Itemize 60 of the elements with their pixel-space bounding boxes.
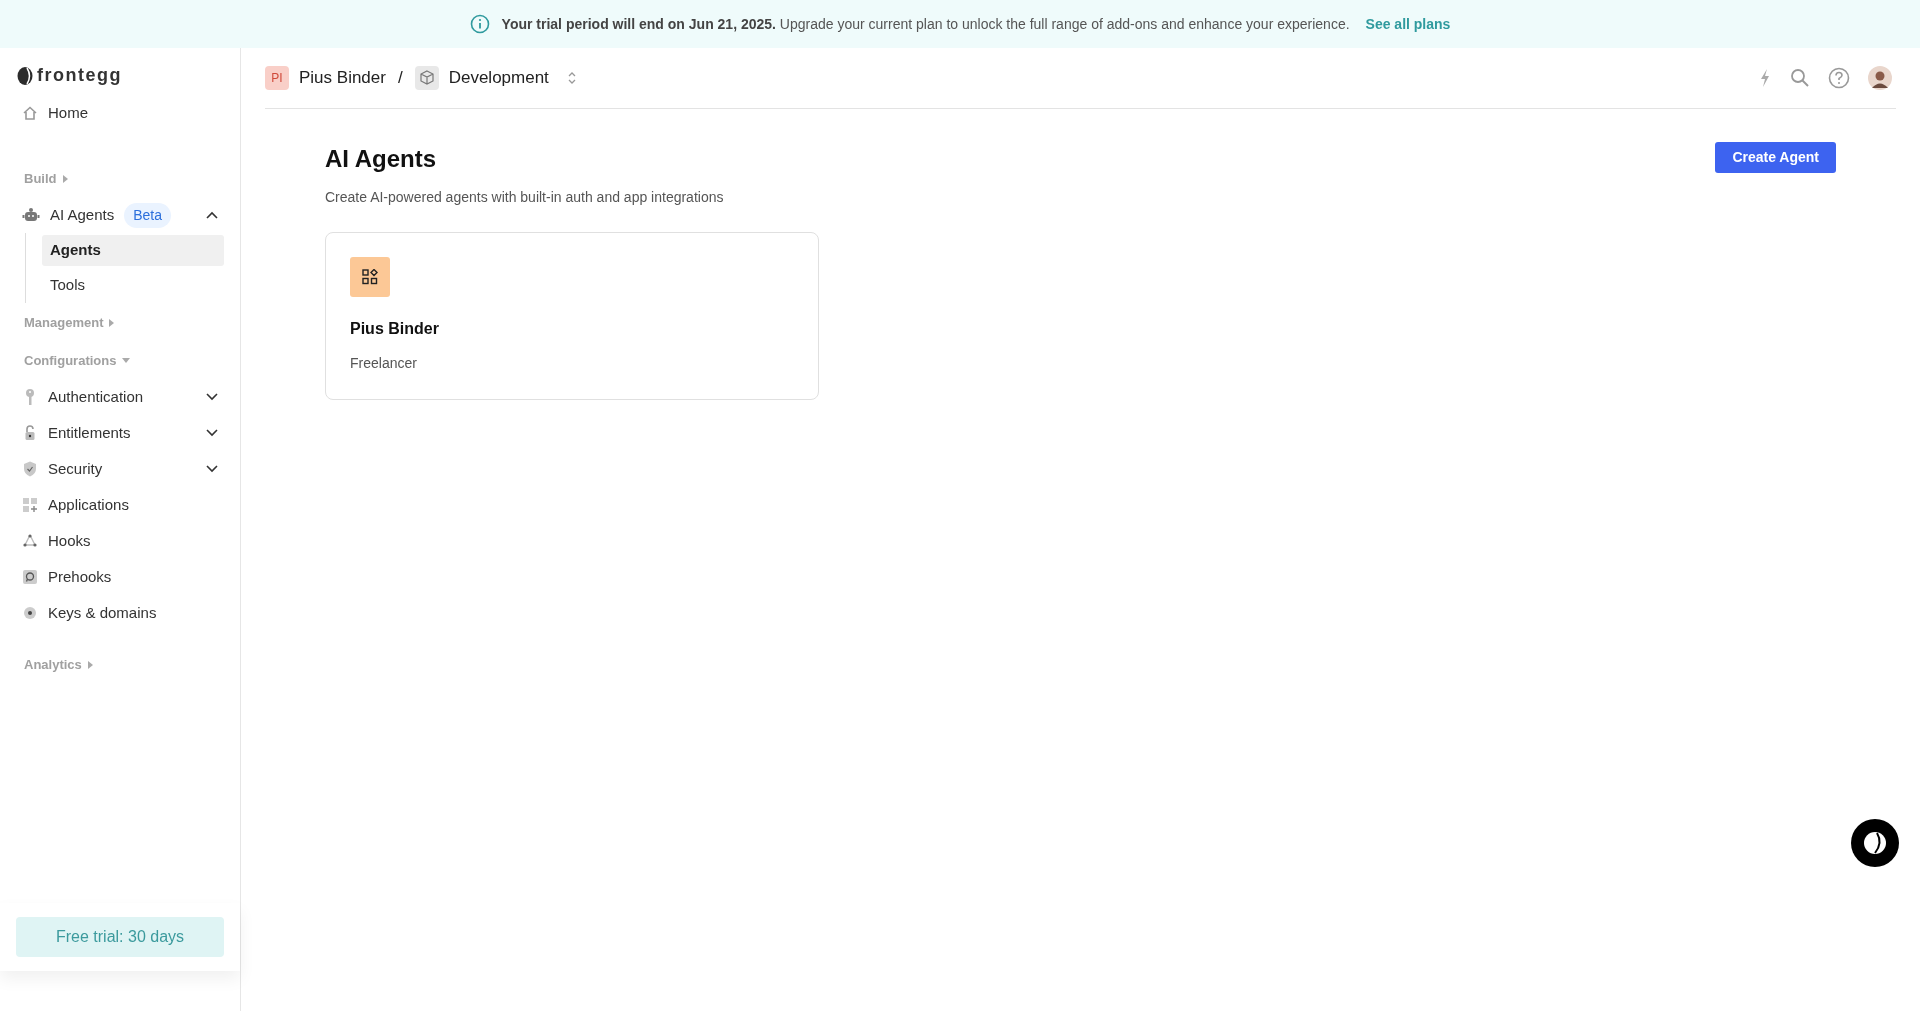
help-icon[interactable] — [1828, 67, 1850, 89]
caret-right-icon[interactable] — [87, 661, 94, 669]
sidebar-item[interactable]: AI Agents Beta — [16, 197, 224, 233]
sidebar-item[interactable]: Keys & domains — [16, 595, 224, 631]
sidebar-subitem[interactable]: Agents — [42, 235, 224, 266]
sidebar-label: Applications — [48, 494, 129, 515]
sort-icon[interactable] — [566, 70, 577, 86]
caret-down-icon[interactable] — [122, 358, 131, 364]
caret-right-icon[interactable] — [109, 319, 116, 327]
lightning-icon[interactable] — [1758, 68, 1772, 88]
chat-loop-icon — [22, 569, 38, 585]
home-icon — [22, 105, 38, 121]
sidebar-item[interactable]: Prehooks — [16, 559, 224, 595]
sidebar-item[interactable]: Home — [16, 95, 224, 131]
chevron-icon[interactable] — [206, 429, 218, 437]
logo-text: frontegg — [37, 64, 122, 87]
beta-badge: Beta — [124, 202, 172, 228]
trial-message: Your trial period will end on Jun 21, 2025. Upgrade your current plan to unlock the full range of add-ons and enhance your experience. — [501, 14, 1350, 34]
robot-icon — [22, 207, 40, 223]
user-avatar[interactable] — [1868, 66, 1892, 90]
sidebar-label: Hooks — [48, 530, 91, 551]
sidebar-label: Security — [48, 458, 103, 479]
sidebar-label: Prehooks — [48, 566, 112, 587]
environment-name[interactable]: Development — [448, 65, 549, 91]
gear-icon — [22, 605, 38, 621]
page-subtitle: Create AI-powered agents with built-in auth and app integrations — [325, 188, 724, 207]
chevron-icon[interactable] — [206, 465, 218, 473]
sidebar-label: Home — [48, 102, 88, 123]
search-icon[interactable] — [1790, 68, 1810, 88]
logo-icon — [16, 65, 34, 86]
sidebar-label: AI Agents — [50, 204, 115, 225]
sidebar-item[interactable]: Entitlements — [16, 415, 224, 451]
shield-icon — [22, 460, 38, 478]
chevron-icon[interactable] — [206, 211, 218, 219]
apps-icon — [350, 257, 390, 297]
create-agent-button[interactable]: Create Agent — [1715, 142, 1836, 173]
sidebar-label: Authentication — [48, 386, 144, 407]
breadcrumb-separator: / — [397, 67, 403, 90]
sidebar-label: Keys & domains — [48, 602, 157, 623]
logo-icon — [1861, 830, 1889, 856]
sidebar-item[interactable]: Hooks — [16, 523, 224, 559]
agent-card[interactable]: Pius Binder Freelancer — [325, 232, 819, 400]
caret-right-icon[interactable] — [62, 175, 69, 183]
sidebar-label: Entitlements — [48, 422, 131, 443]
sidebar-item[interactable]: Applications — [16, 487, 224, 523]
sidebar-subitem[interactable]: Tools — [42, 270, 224, 301]
info-icon — [469, 14, 490, 34]
grid-plus-icon — [22, 497, 38, 513]
chevron-icon[interactable] — [206, 393, 218, 401]
lock-icon — [22, 424, 38, 442]
chat-button[interactable] — [1851, 819, 1899, 867]
account-name[interactable]: Pius Binder — [299, 65, 386, 91]
cube-icon — [414, 66, 439, 90]
account-avatar: PI — [265, 66, 289, 90]
page-title: AI Agents — [325, 144, 438, 174]
agent-role: Freelancer — [350, 354, 418, 373]
sidebar-item[interactable]: Authentication — [16, 379, 224, 415]
webhook-icon — [22, 533, 38, 549]
agent-name: Pius Binder — [350, 319, 440, 339]
sidebar-item[interactable]: Security — [16, 451, 224, 487]
